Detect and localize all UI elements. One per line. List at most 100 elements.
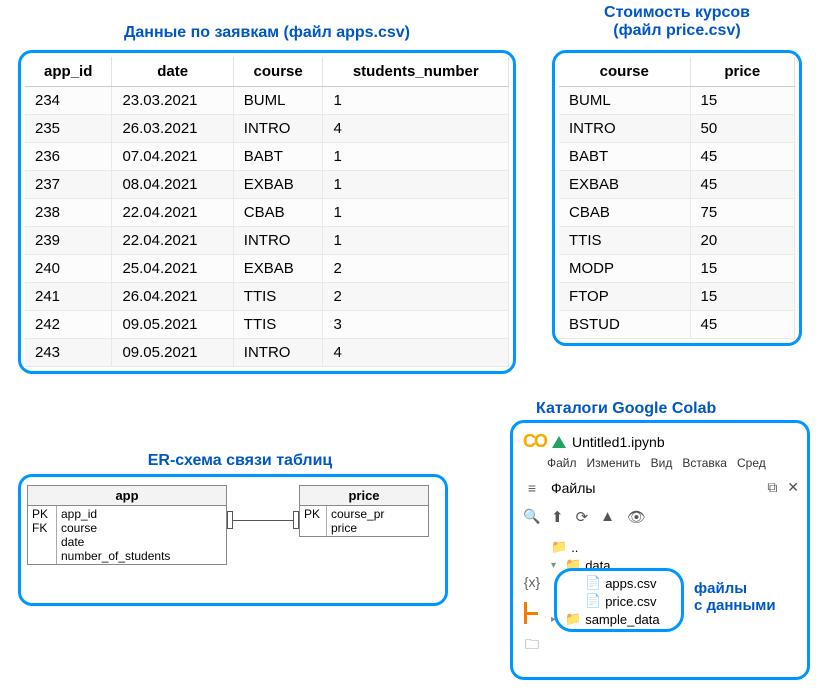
colab-logo-icon: CO: [523, 431, 546, 452]
mount-drive-icon[interactable]: ▲: [600, 508, 615, 526]
table-cell: 1: [323, 199, 509, 227]
popout-icon[interactable]: ⧉: [767, 479, 777, 495]
sidebar-vars-icon[interactable]: {x}: [521, 574, 543, 590]
callout-line2: с данными: [694, 597, 776, 614]
er-price-field-course-pr: course_pr: [331, 507, 424, 521]
er-price-field-price: price: [331, 521, 424, 535]
price-col-course: course: [559, 57, 690, 87]
notebook-name[interactable]: Untitled1.ipynb: [572, 434, 665, 450]
table-cell: TTIS: [233, 283, 323, 311]
er-app-field-number-of-students: number_of_students: [61, 549, 222, 563]
sidebar-toc-icon[interactable]: ≡: [521, 480, 543, 496]
table-cell: 1: [323, 171, 509, 199]
folder-icon: 📁: [551, 539, 567, 555]
table-row: 24309.05.2021INTRO4: [25, 339, 509, 367]
price-table: course price BUML15INTRO50BABT45EXBAB45C…: [559, 57, 795, 339]
table-cell: 4: [323, 115, 509, 143]
table-cell: BSTUD: [559, 311, 690, 339]
menu-runtime[interactable]: Сред: [737, 456, 766, 470]
table-cell: 1: [323, 87, 509, 115]
table-cell: 75: [690, 199, 794, 227]
table-cell: 15: [690, 283, 794, 311]
table-row: BABT45: [559, 143, 795, 171]
table-row: EXBAB45: [559, 171, 795, 199]
table-row: 23708.04.2021EXBAB1: [25, 171, 509, 199]
er-entity-price-name: price: [300, 486, 428, 506]
table-cell: 20: [690, 227, 794, 255]
table-row: 24025.04.2021EXBAB2: [25, 255, 509, 283]
tree-folder-data[interactable]: ▾ 📁 data: [551, 556, 799, 574]
table-cell: 1: [323, 143, 509, 171]
table-cell: 236: [25, 143, 112, 171]
colab-panel-title: Каталоги Google Colab: [520, 400, 810, 418]
table-cell: TTIS: [559, 227, 690, 255]
colab-menubar: Файл Изменить Вид Вставка Сред: [547, 456, 801, 470]
table-row: BSTUD45: [559, 311, 795, 339]
apps-table-panel: app_id date course students_number 23423…: [18, 50, 516, 374]
table-cell: 235: [25, 115, 112, 143]
files-pane-title: Файлы: [551, 480, 595, 496]
file-icon: 📄: [585, 593, 601, 609]
table-cell: 26.04.2021: [112, 283, 233, 311]
callout-text-data-files: файлы с данными: [694, 580, 814, 615]
price-table-title: Стоимость курсов (файл price.csv): [552, 4, 802, 40]
table-cell: EXBAB: [233, 171, 323, 199]
colab-panel: CO Untitled1.ipynb Файл Изменить Вид Вст…: [510, 420, 810, 680]
table-cell: EXBAB: [559, 171, 690, 199]
menu-insert[interactable]: Вставка: [682, 456, 727, 470]
table-cell: 241: [25, 283, 112, 311]
sidebar-search-icon[interactable]: 🔍: [521, 508, 543, 525]
close-icon[interactable]: ✕: [787, 479, 799, 495]
folder-icon: 📁: [565, 611, 581, 627]
table-cell: 25.04.2021: [112, 255, 233, 283]
hide-files-icon[interactable]: 👁: [627, 508, 646, 526]
table-cell: 45: [690, 143, 794, 171]
price-col-price: price: [690, 57, 794, 87]
table-row: 23922.04.2021INTRO1: [25, 227, 509, 255]
table-cell: 4: [323, 339, 509, 367]
table-cell: 22.04.2021: [112, 227, 233, 255]
table-cell: 45: [690, 311, 794, 339]
table-row: 23526.03.2021INTRO4: [25, 115, 509, 143]
menu-file[interactable]: Файл: [547, 456, 577, 470]
table-cell: BABT: [559, 143, 690, 171]
table-cell: CBAB: [559, 199, 690, 227]
table-row: TTIS20: [559, 227, 795, 255]
table-cell: INTRO: [233, 339, 323, 367]
apps-col-date: date: [112, 57, 233, 87]
table-cell: 22.04.2021: [112, 199, 233, 227]
active-sidebar-indicator: [524, 612, 538, 615]
table-cell: 07.04.2021: [112, 143, 233, 171]
table-row: 23423.03.2021BUML1: [25, 87, 509, 115]
refresh-icon[interactable]: ⟳: [576, 508, 589, 526]
table-cell: 237: [25, 171, 112, 199]
table-row: 23822.04.2021CBAB1: [25, 199, 509, 227]
table-row: CBAB75: [559, 199, 795, 227]
menu-view[interactable]: Вид: [651, 456, 673, 470]
table-cell: 09.05.2021: [112, 339, 233, 367]
price-title-line2: (файл price.csv): [613, 22, 740, 39]
table-cell: INTRO: [233, 227, 323, 255]
tree-folder-sample-label: sample_data: [585, 612, 659, 627]
upload-file-icon[interactable]: ⬆: [551, 508, 564, 526]
table-cell: 50: [690, 115, 794, 143]
table-cell: FTOP: [559, 283, 690, 311]
menu-edit[interactable]: Изменить: [587, 456, 641, 470]
table-cell: EXBAB: [233, 255, 323, 283]
er-app-key-pk: PK: [32, 507, 52, 521]
table-cell: 15: [690, 87, 794, 115]
table-cell: 239: [25, 227, 112, 255]
chevron-down-icon: ▾: [551, 560, 561, 571]
table-cell: 242: [25, 311, 112, 339]
tree-up-label: ..: [571, 540, 578, 555]
table-cell: 08.04.2021: [112, 171, 233, 199]
tree-up-folder[interactable]: 📁 ..: [551, 538, 799, 556]
table-row: BUML15: [559, 87, 795, 115]
apps-table: app_id date course students_number 23423…: [25, 57, 509, 367]
er-app-field-app-id: app_id: [61, 507, 222, 521]
sidebar-files-icon[interactable]: 🗀: [521, 634, 543, 658]
price-table-panel: course price BUML15INTRO50BABT45EXBAB45C…: [552, 50, 802, 346]
er-entity-app-name: app: [28, 486, 226, 506]
callout-line1: файлы: [694, 580, 747, 597]
er-app-field-course: course: [61, 521, 222, 535]
